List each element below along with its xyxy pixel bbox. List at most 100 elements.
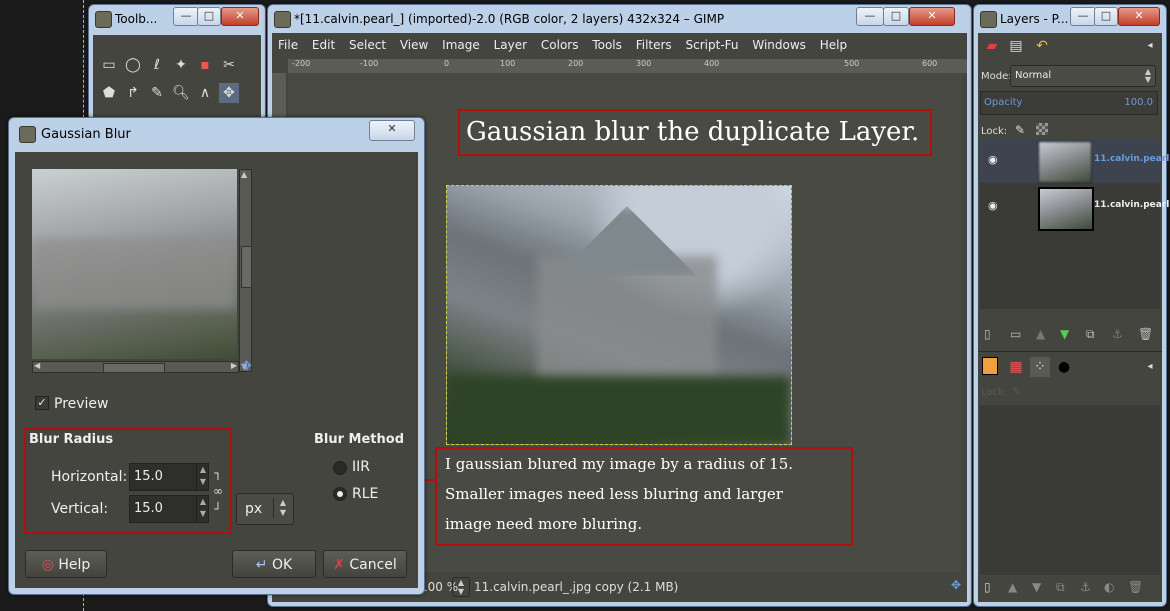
scroll-up-icon[interactable]: ▲ [241, 170, 247, 179]
raise-icon[interactable]: ▲ [1008, 580, 1017, 594]
visibility-eye-icon[interactable]: ◉ [988, 199, 998, 212]
foreground-select-icon[interactable]: ⬟ [99, 83, 119, 103]
layer-name[interactable]: 11.calvin.pearl [1094, 200, 1169, 210]
help-button[interactable]: ◎ Help [25, 550, 107, 578]
menu-view[interactable]: View [400, 38, 428, 52]
patterns-tab-icon[interactable]: ▦ [1006, 357, 1026, 377]
scissors-icon[interactable]: ✂ [219, 55, 239, 75]
description-line-3: image need more bluring. [445, 515, 643, 533]
layer-row[interactable]: ◉ 11.calvin.pearl [980, 139, 1169, 183]
lower-icon[interactable]: ▼ [1032, 580, 1041, 594]
preview-checkbox[interactable]: ✓ [35, 396, 49, 410]
zoom-icon[interactable]: 🔍︎ [171, 83, 191, 103]
menu-select[interactable]: Select [349, 38, 386, 52]
menu-image[interactable]: Image [442, 38, 480, 52]
navigate-icon[interactable]: ✥ [951, 578, 965, 592]
ruler-mark: 400 [704, 59, 720, 68]
minimize-button[interactable]: — [173, 7, 199, 26]
fonts-tab-icon[interactable]: ● [1054, 357, 1074, 377]
dialog-titlebar[interactable]: Gaussian Blur ✕ [9, 118, 424, 146]
menu-layer[interactable]: Layer [494, 38, 527, 52]
delete-layer-icon[interactable]: 🗑︎ [1138, 327, 1153, 341]
preview-horizontal-scrollbar[interactable]: ◀ ▶ [32, 361, 239, 373]
lasso-icon[interactable]: ℓ [147, 55, 167, 75]
toolbox-panel: ▭ ◯ ℓ ✦ ▪ ✂ ⬟ ↱ ✎ 🔍︎ ∧ ✥ [93, 35, 261, 120]
layer-name[interactable]: 11.calvin.pearl [1094, 154, 1169, 164]
menu-edit[interactable]: Edit [312, 38, 335, 52]
new-layer-icon[interactable]: ▯ [984, 327, 991, 341]
anchor-icon[interactable]: ⚓︎ [1080, 580, 1091, 594]
layer-row[interactable]: ◉ 11.calvin.pearl [980, 185, 1169, 231]
unit-select[interactable]: px ▲ ▼ [236, 493, 294, 525]
preview-pane [32, 169, 237, 359]
menu-windows[interactable]: Windows [752, 38, 806, 52]
rle-radio[interactable] [333, 487, 347, 501]
lock-pixels-icon[interactable]: ✎ [1015, 123, 1025, 137]
maximize-button[interactable]: □ [1094, 7, 1118, 26]
scroll-thumb[interactable] [241, 246, 252, 288]
close-button[interactable]: ✕ [1118, 7, 1160, 26]
duplicate-layer-icon[interactable]: ⧉ [1086, 327, 1095, 342]
description-annotation: I gaussian blured my image by a radius o… [435, 447, 853, 546]
gradients-tab-icon[interactable]: ⁘ [1030, 357, 1050, 377]
minimize-button[interactable]: — [856, 7, 884, 26]
measure-icon[interactable]: ∧ [195, 83, 215, 103]
image-layer-boundary[interactable] [446, 185, 792, 445]
minimize-button[interactable]: — [1070, 7, 1096, 26]
hscroll-thumb[interactable] [103, 363, 165, 373]
move-icon[interactable]: ✥ [219, 83, 239, 103]
layers-tab-icon[interactable]: ▰ [982, 36, 1002, 56]
lower-layer-icon[interactable]: ▼ [1060, 327, 1069, 341]
dialog-close-button[interactable]: ✕ [369, 120, 415, 141]
menu-file[interactable]: File [278, 38, 298, 52]
preview-navigate-icon[interactable]: ✥ [241, 359, 252, 374]
mask-icon[interactable]: ◐ [1104, 580, 1114, 594]
opacity-slider[interactable]: Opacity 100.0 [980, 91, 1158, 115]
dock-menu-icon[interactable]: ◂ [1140, 36, 1160, 56]
raise-layer-icon[interactable]: ▲ [1036, 327, 1045, 341]
anchor-layer-icon[interactable]: ⚓︎ [1112, 327, 1123, 341]
lock-alpha-icon[interactable] [1036, 123, 1048, 135]
cancel-button[interactable]: ✗ Cancel [323, 550, 407, 578]
color-picker-icon[interactable]: ✎ [147, 83, 167, 103]
fuzzy-select-icon[interactable]: ✦ [171, 55, 191, 75]
mode-dropdown-icon: ▲ ▼ [1144, 67, 1151, 84]
toolbox-titlebar[interactable]: Toolb... — □ ✕ [89, 5, 265, 33]
menu-script-fu[interactable]: Script-Fu [686, 38, 739, 52]
close-button[interactable]: ✕ [909, 7, 955, 26]
zoom-dropdown-icon[interactable]: ▲ ▼ [452, 577, 470, 597]
paths-icon[interactable]: ↱ [123, 83, 143, 103]
channels-tab-icon[interactable]: ▤ [1006, 36, 1026, 56]
delete-icon[interactable]: 🗑︎ [1128, 580, 1143, 594]
dock-menu-icon-2[interactable]: ◂ [1140, 357, 1160, 377]
rect-select-icon[interactable]: ▭ [99, 55, 119, 75]
ok-button[interactable]: ↵ OK [232, 550, 316, 578]
title-annotation: Gaussian blur the duplicate Layer. [458, 109, 932, 156]
undo-history-tab-icon[interactable]: ↶ [1032, 36, 1052, 56]
mode-select[interactable]: Normal ▲ ▼ [1010, 65, 1156, 87]
horizontal-ruler[interactable]: -200 -100 0 100 200 300 400 500 600 [288, 59, 967, 73]
close-button[interactable]: ✕ [221, 7, 259, 26]
new-group-icon[interactable]: ▭ [1010, 327, 1021, 341]
rle-label[interactable]: RLE [352, 486, 378, 502]
layers-titlebar[interactable]: Layers - P... — □ ✕ [974, 5, 1166, 33]
menu-tools[interactable]: Tools [592, 38, 622, 52]
color-select-icon[interactable]: ▪ [195, 55, 215, 75]
menu-filters[interactable]: Filters [636, 38, 672, 52]
image-titlebar[interactable]: *[11.calvin.pearl_] (imported)-2.0 (RGB … [268, 5, 971, 33]
preview-vertical-scrollbar[interactable]: ▲ ▼ [239, 169, 252, 372]
iir-label[interactable]: IIR [352, 459, 370, 475]
ellipse-select-icon[interactable]: ◯ [123, 55, 143, 75]
new-icon[interactable]: ▯ [984, 580, 991, 594]
maximize-button[interactable]: □ [883, 7, 909, 26]
scroll-right-icon[interactable]: ▶ [231, 361, 237, 370]
visibility-eye-icon[interactable]: ◉ [988, 153, 998, 166]
brushes-tab-icon[interactable] [982, 357, 998, 375]
iir-radio[interactable] [333, 461, 347, 475]
scroll-left-icon[interactable]: ◀ [34, 361, 40, 370]
menu-help[interactable]: Help [820, 38, 847, 52]
duplicate-icon[interactable]: ⧉ [1056, 580, 1065, 595]
menu-colors[interactable]: Colors [541, 38, 579, 52]
preview-label[interactable]: Preview [54, 396, 109, 412]
maximize-button[interactable]: □ [197, 7, 221, 26]
